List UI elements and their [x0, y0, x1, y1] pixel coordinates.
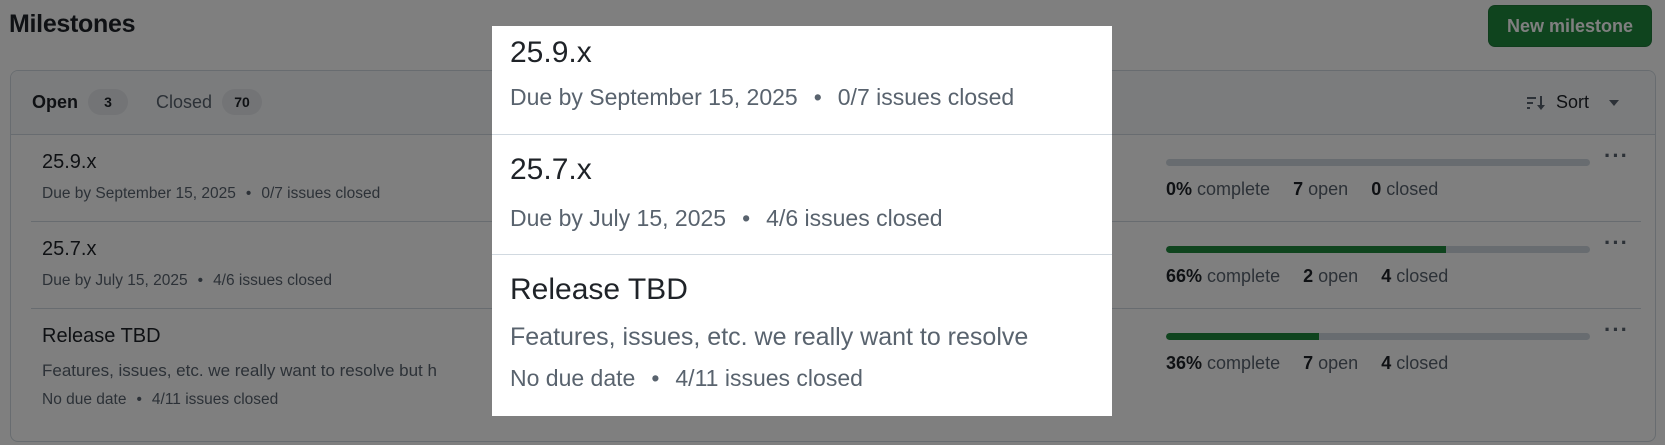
zoom-milestone-title: Release TBD: [510, 273, 688, 306]
separator-dot: •: [651, 365, 660, 391]
zoom-due-date: No due date: [510, 365, 636, 391]
zoom-due-date: Due by September 15, 2025: [510, 84, 798, 110]
zoom-row: 25.9.x Due by September 15, 2025 • 0/7 iss…: [492, 26, 1112, 135]
separator-dot: •: [742, 205, 751, 231]
zoom-milestone-description: Features, issues, etc. we really want to…: [510, 323, 1029, 351]
separator-dot: •: [813, 84, 822, 110]
zoom-issues-closed: 4/6 issues closed: [766, 205, 943, 231]
zoom-callout: 25.9.x Due by September 15, 2025 • 0/7 iss…: [492, 26, 1112, 416]
zoom-issues-closed: 4/11 issues closed: [675, 365, 863, 391]
zoom-due-date: Due by July 15, 2025: [510, 205, 727, 231]
zoom-milestone-meta: No due date • 4/11 issues closed: [510, 365, 863, 392]
zoom-milestone-meta: Due by September 15, 2025 • 0/7 issues clo…: [510, 84, 1014, 111]
zoom-milestone-meta: Due by July 15, 2025 • 4/6 issues closed: [510, 205, 943, 232]
zoom-milestone-title: 25.9.x: [510, 36, 592, 69]
zoom-milestone-title: 25.7.x: [510, 153, 592, 186]
zoom-row: Release TBD Features, issues, etc. we re…: [492, 255, 1112, 416]
zoom-issues-closed: 0/7 issues closed: [837, 84, 1015, 110]
zoom-row: 25.7.x Due by July 15, 2025 • 4/6 issues c…: [492, 135, 1112, 255]
